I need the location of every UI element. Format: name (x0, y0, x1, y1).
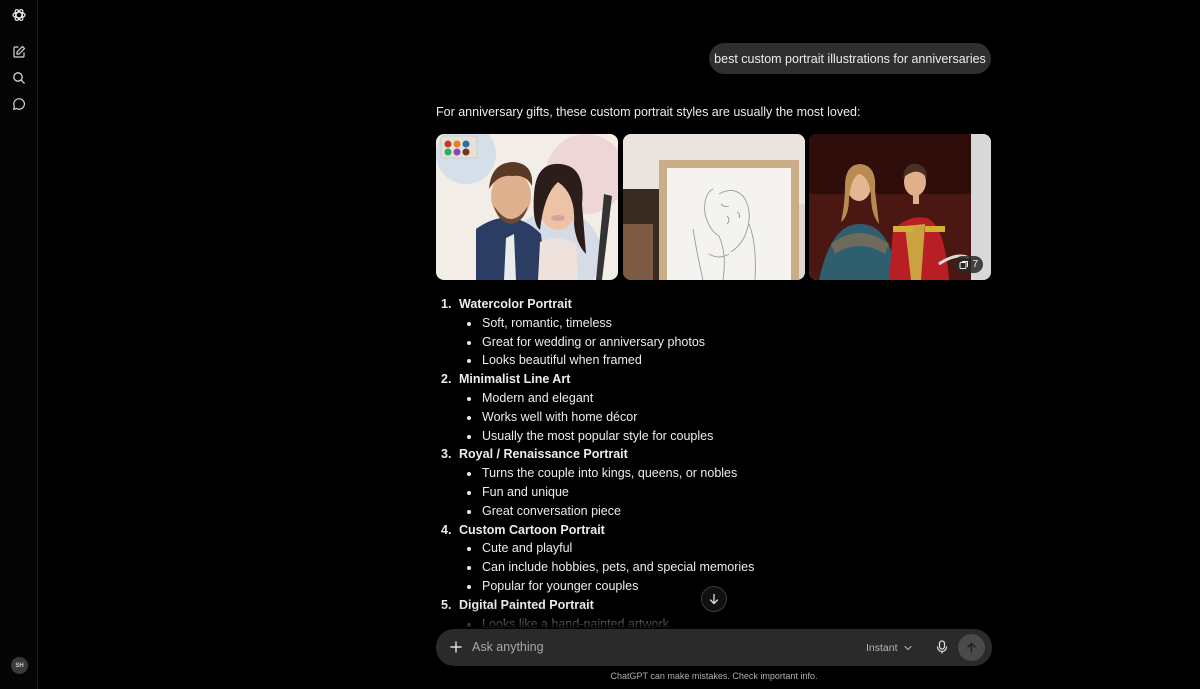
assistant-intro: For anniversary gifts, these custom port… (436, 105, 861, 119)
list-item-number: 1. (441, 297, 452, 311)
user-message-bubble: best custom portrait illustrations for a… (709, 43, 991, 74)
composer: Instant (436, 629, 992, 666)
image-royal-couple-portrait[interactable]: 7 (809, 134, 991, 280)
arrow-up-icon (967, 642, 976, 653)
list-item-bullet: Usually the most popular style for coupl… (436, 427, 896, 446)
list-item-bullet: Cute and playful (436, 539, 896, 558)
list-item-number: 3. (441, 447, 452, 462)
list-item-title: 2. Minimalist Line Art (436, 370, 896, 389)
list-item-title: 4. Custom Cartoon Portrait (436, 521, 896, 540)
scroll-to-bottom-button[interactable] (701, 586, 727, 612)
list-item-number: 5. (441, 597, 452, 612)
new-chat-icon[interactable] (9, 42, 29, 62)
model-selector[interactable]: Instant (866, 639, 912, 656)
list-item-bullet: Turns the couple into kings, queens, or … (436, 464, 896, 483)
list-item-bullet: Soft, romantic, timeless (436, 314, 896, 333)
arrow-down-icon (709, 593, 719, 605)
list-item-bullet: Popular for younger couples (436, 577, 896, 596)
list-item-bullet: Fun and unique (436, 483, 896, 502)
user-message-text: best custom portrait illustrations for a… (714, 51, 986, 66)
list-item-number: 4. (441, 522, 452, 537)
list-item-label: Royal / Renaissance Portrait (459, 447, 628, 462)
list-item-bullet: Looks beautiful when framed (436, 351, 896, 370)
search-icon[interactable] (9, 68, 29, 88)
list-item-label: Minimalist Line Art (459, 372, 571, 387)
model-selector-label: Instant (866, 641, 898, 654)
list-item-bullet: Great for wedding or anniversary photos (436, 333, 896, 352)
prompt-input[interactable] (472, 637, 852, 657)
portrait-styles-list: 1. Watercolor Portrait Soft, romantic, tim… (436, 295, 896, 633)
chevron-down-icon (903, 645, 912, 650)
disclaimer: ChatGPT can make mistakes. Check importa… (610, 671, 818, 681)
plus-icon[interactable] (447, 638, 465, 656)
list-item-number: 2. (441, 372, 452, 387)
images-icon (959, 260, 969, 269)
image-line-art-framed-portrait[interactable] (623, 134, 805, 280)
list-item-bullet: Modern and elegant (436, 389, 896, 408)
list-item-label: Custom Cartoon Portrait (459, 522, 605, 537)
list-item-title: 3. Royal / Renaissance Portrait (436, 445, 896, 464)
image-watercolor-couple-portrait[interactable] (436, 134, 618, 280)
list-item-bullet: Can include hobbies, pets, and special m… (436, 558, 896, 577)
list-item-bullet: Great conversation piece (436, 502, 896, 521)
list-item-title: 5. Digital Painted Portrait (436, 596, 896, 615)
openai-logo-icon[interactable] (9, 5, 29, 25)
avatar-initials: SH (15, 662, 24, 669)
list-item-title: 1. Watercolor Portrait (436, 295, 896, 314)
list-item-label: Digital Painted Portrait (459, 597, 594, 612)
list-item-label: Watercolor Portrait (459, 297, 572, 311)
avatar[interactable]: SH (11, 657, 28, 674)
chat-bubble-icon[interactable] (9, 94, 29, 114)
more-images-count: 7 (972, 259, 978, 270)
microphone-icon[interactable] (933, 638, 951, 656)
more-images-badge[interactable]: 7 (954, 256, 983, 273)
sidebar: SH (0, 0, 38, 689)
list-item-bullet: Works well with home décor (436, 408, 896, 427)
send-button[interactable] (958, 634, 985, 661)
